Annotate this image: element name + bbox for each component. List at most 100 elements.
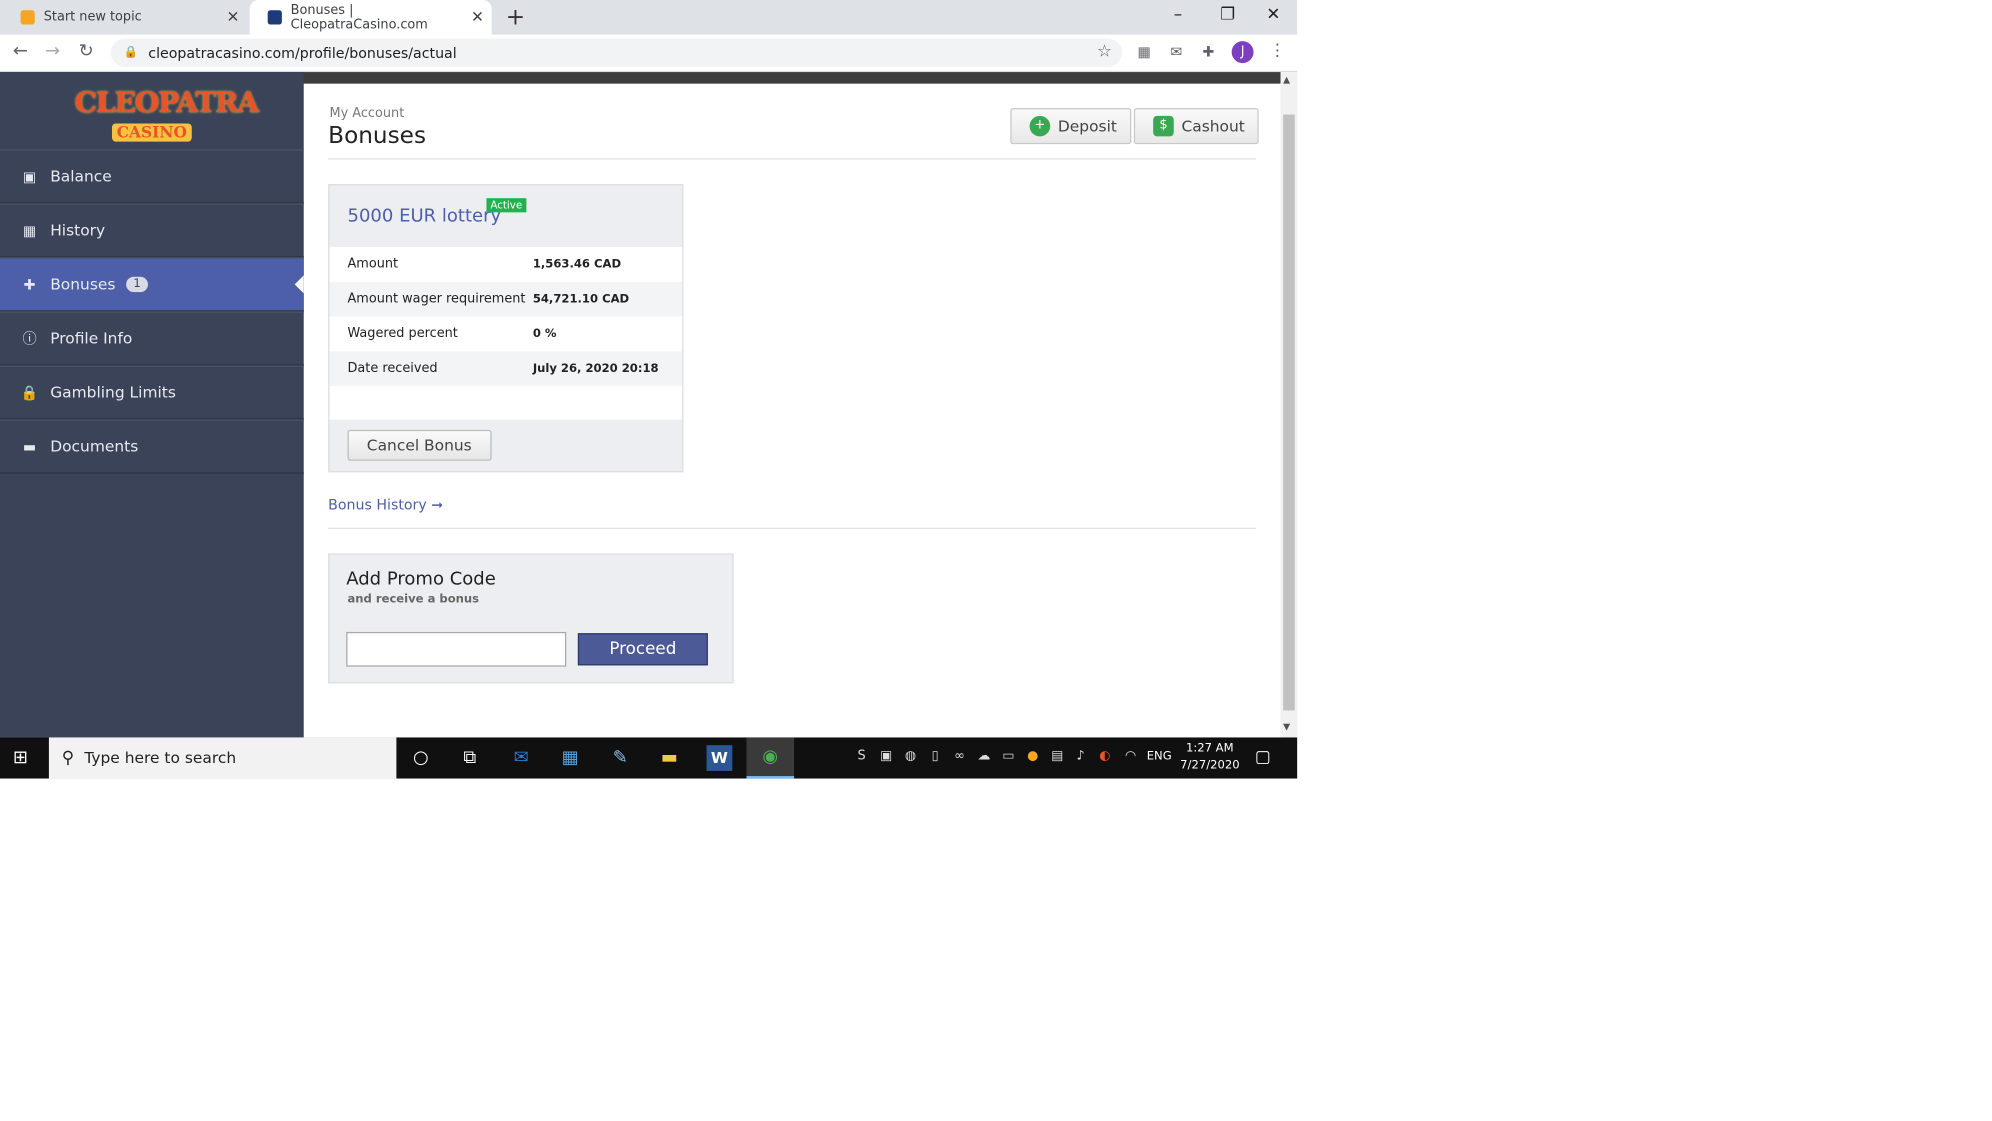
sidebar-item-label: Gambling Limits [50, 383, 176, 402]
tab-bonuses[interactable]: Bonuses | CleopatraCasino.com ✕ [249, 0, 492, 35]
deposit-label: Deposit [1057, 117, 1117, 136]
account-sidebar: CLEOPATRA CASINO ▣ Balance ▦ History ✚ B… [0, 72, 304, 738]
cortana-icon[interactable]: ○ [408, 745, 434, 771]
forward-arrow-icon[interactable]: → [45, 41, 60, 62]
gift-icon: ✚ [23, 276, 36, 293]
row-label: Date received [347, 361, 438, 376]
table-row: Date received July 26, 2020 20:18 [329, 351, 683, 387]
tray-monitor-icon[interactable]: ▤ [1049, 749, 1066, 766]
paint-icon[interactable]: ✎ [607, 745, 633, 771]
tray-app-icon[interactable]: ▣ [878, 749, 895, 766]
folder-icon: ▬ [22, 438, 37, 455]
tray-alert-icon[interactable]: ◐ [1097, 749, 1114, 766]
scrollbar-thumb[interactable] [1283, 114, 1295, 711]
row-label: Wagered percent [347, 326, 458, 342]
close-tab-icon[interactable]: ✕ [224, 8, 242, 26]
status-badge: Active [486, 198, 527, 213]
chrome-icon[interactable]: ◉ [746, 737, 795, 779]
tab-label: Start new topic [43, 10, 142, 25]
browser-menu-icon[interactable]: ⋮ [1269, 41, 1286, 60]
task-view-icon[interactable]: ⧉ [457, 745, 483, 771]
screen: Start new topic ✕ Bonuses | CleopatraCas… [0, 0, 1298, 779]
back-arrow-icon[interactable]: ← [13, 41, 28, 62]
money-icon: ▣ [22, 167, 37, 185]
lock-icon: 🔒 [123, 46, 138, 60]
bonus-details-table: Amount 1,563.46 CAD Amount wager require… [329, 247, 683, 420]
bonus-history-link[interactable]: Bonus History ➞ [328, 497, 443, 514]
restore-icon[interactable]: ❐ [1220, 5, 1235, 24]
reload-icon[interactable]: ↻ [79, 41, 94, 62]
battery-icon[interactable]: ▭ [1000, 749, 1017, 766]
volume-icon[interactable]: ♪ [1072, 749, 1089, 766]
file-explorer-icon[interactable]: ▬ [656, 745, 682, 771]
tray-orange-icon[interactable]: ● [1024, 749, 1041, 766]
sidebar-item-profile-info[interactable]: ⓘ Profile Info [0, 311, 304, 366]
sidebar-item-history[interactable]: ▦ History [0, 203, 304, 258]
language-indicator[interactable]: ENG [1147, 750, 1172, 763]
sidebar-nav: ▣ Balance ▦ History ✚ Bonuses 1 ⓘ Profil… [0, 149, 304, 474]
bonus-history-label: Bonus History [328, 496, 427, 514]
skype-tray-icon[interactable]: S [853, 749, 870, 766]
new-tab-icon[interactable]: + [506, 4, 525, 31]
section-divider [328, 527, 1257, 529]
page-scrollbar[interactable]: ▲ ▼ [1280, 72, 1298, 738]
promo-code-input[interactable] [346, 631, 567, 667]
row-value: July 26, 2020 20:18 [532, 362, 659, 376]
bonuses-count-badge: 1 [125, 276, 149, 293]
cleopatra-casino-logo[interactable]: CLEOPATRA CASINO [74, 86, 260, 145]
cleopatra-favicon-icon [267, 10, 282, 25]
row-value: 1,563.46 CAD [532, 258, 622, 271]
page-title: Bonuses [328, 122, 427, 150]
taskbar-clock[interactable]: 1:27 AM 7/27/2020 [1180, 741, 1239, 774]
sidebar-item-label: Bonuses [50, 275, 116, 294]
calendar-icon: ▦ [22, 222, 37, 239]
calculator-icon[interactable]: ▦ [557, 745, 583, 771]
sidebar-item-bonuses[interactable]: ✚ Bonuses 1 [0, 257, 304, 312]
tab-start-new-topic[interactable]: Start new topic ✕ [3, 0, 248, 35]
mail-extension-icon[interactable]: ✉ [1167, 44, 1185, 62]
cashout-button[interactable]: $ Cashout [1133, 108, 1260, 145]
close-tab-icon[interactable]: ✕ [468, 8, 486, 26]
bookmark-star-icon[interactable]: ☆ [1097, 42, 1112, 61]
browser-tab-strip: Start new topic ✕ Bonuses | CleopatraCas… [0, 0, 1298, 35]
scroll-down-icon[interactable]: ▼ [1283, 722, 1290, 732]
sidebar-item-documents[interactable]: ▬ Documents [0, 419, 304, 474]
taskbar-search[interactable]: ⚲ Type here to search [48, 737, 397, 779]
minimize-icon[interactable]: – [1174, 5, 1182, 24]
proceed-button[interactable]: Proceed [577, 633, 708, 666]
page: CLEOPATRA CASINO ▣ Balance ▦ History ✚ B… [0, 72, 1298, 738]
deposit-button[interactable]: + Deposit [1010, 108, 1132, 145]
table-row: Wagered percent 0 % [329, 316, 683, 352]
cancel-bonus-button[interactable]: Cancel Bonus [347, 429, 492, 461]
address-bar[interactable]: 🔒 cleopatracasino.com/profile/bonuses/ac… [110, 38, 1123, 67]
table-row: Amount wager requirement 54,721.10 CAD [329, 281, 683, 317]
sidebar-item-label: Profile Info [50, 329, 133, 348]
action-center-icon[interactable]: ▢ [1255, 748, 1271, 767]
search-icon: ⚲ [61, 748, 75, 768]
tray-device-icon[interactable]: ▯ [927, 749, 944, 766]
sidebar-item-label: Balance [50, 167, 112, 186]
wifi-icon[interactable]: ◠ [1122, 749, 1139, 766]
logo-line1: CLEOPATRA [74, 86, 260, 120]
profile-avatar[interactable]: J [1231, 41, 1254, 64]
windows-taskbar: ⊞ ⚲ Type here to search ○ ⧉ ✉ ▦ ✎ ▬ W ◉ … [0, 737, 1298, 779]
breadcrumb[interactable]: My Account [329, 107, 404, 121]
close-window-icon[interactable]: ✕ [1266, 5, 1280, 24]
word-icon[interactable]: W [706, 745, 733, 771]
sidebar-item-gambling-limits[interactable]: 🔒 Gambling Limits [0, 365, 304, 420]
promo-subheading: and receive a bonus [347, 593, 480, 607]
bonus-card-header: 5000 EUR lottery Active [329, 185, 682, 247]
table-row: Amount 1,563.46 CAD [329, 247, 683, 282]
puzzle-extensions-icon[interactable]: ✚ [1199, 44, 1217, 62]
mail-icon[interactable]: ✉ [508, 745, 534, 771]
windows-start-icon[interactable]: ⊞ [13, 748, 34, 769]
scroll-up-icon[interactable]: ▲ [1283, 75, 1290, 85]
bonus-name: 5000 EUR lottery [347, 205, 502, 227]
cashout-icon: $ [1153, 115, 1174, 137]
tray-cloud-icon[interactable]: ☁ [976, 749, 993, 766]
steam-tray-icon[interactable]: ◍ [902, 749, 919, 766]
row-label: Amount [347, 257, 399, 272]
tray-link-icon[interactable]: ∞ [951, 749, 968, 766]
extension-icon[interactable]: ▦ [1135, 44, 1153, 62]
sidebar-item-balance[interactable]: ▣ Balance [0, 149, 304, 204]
